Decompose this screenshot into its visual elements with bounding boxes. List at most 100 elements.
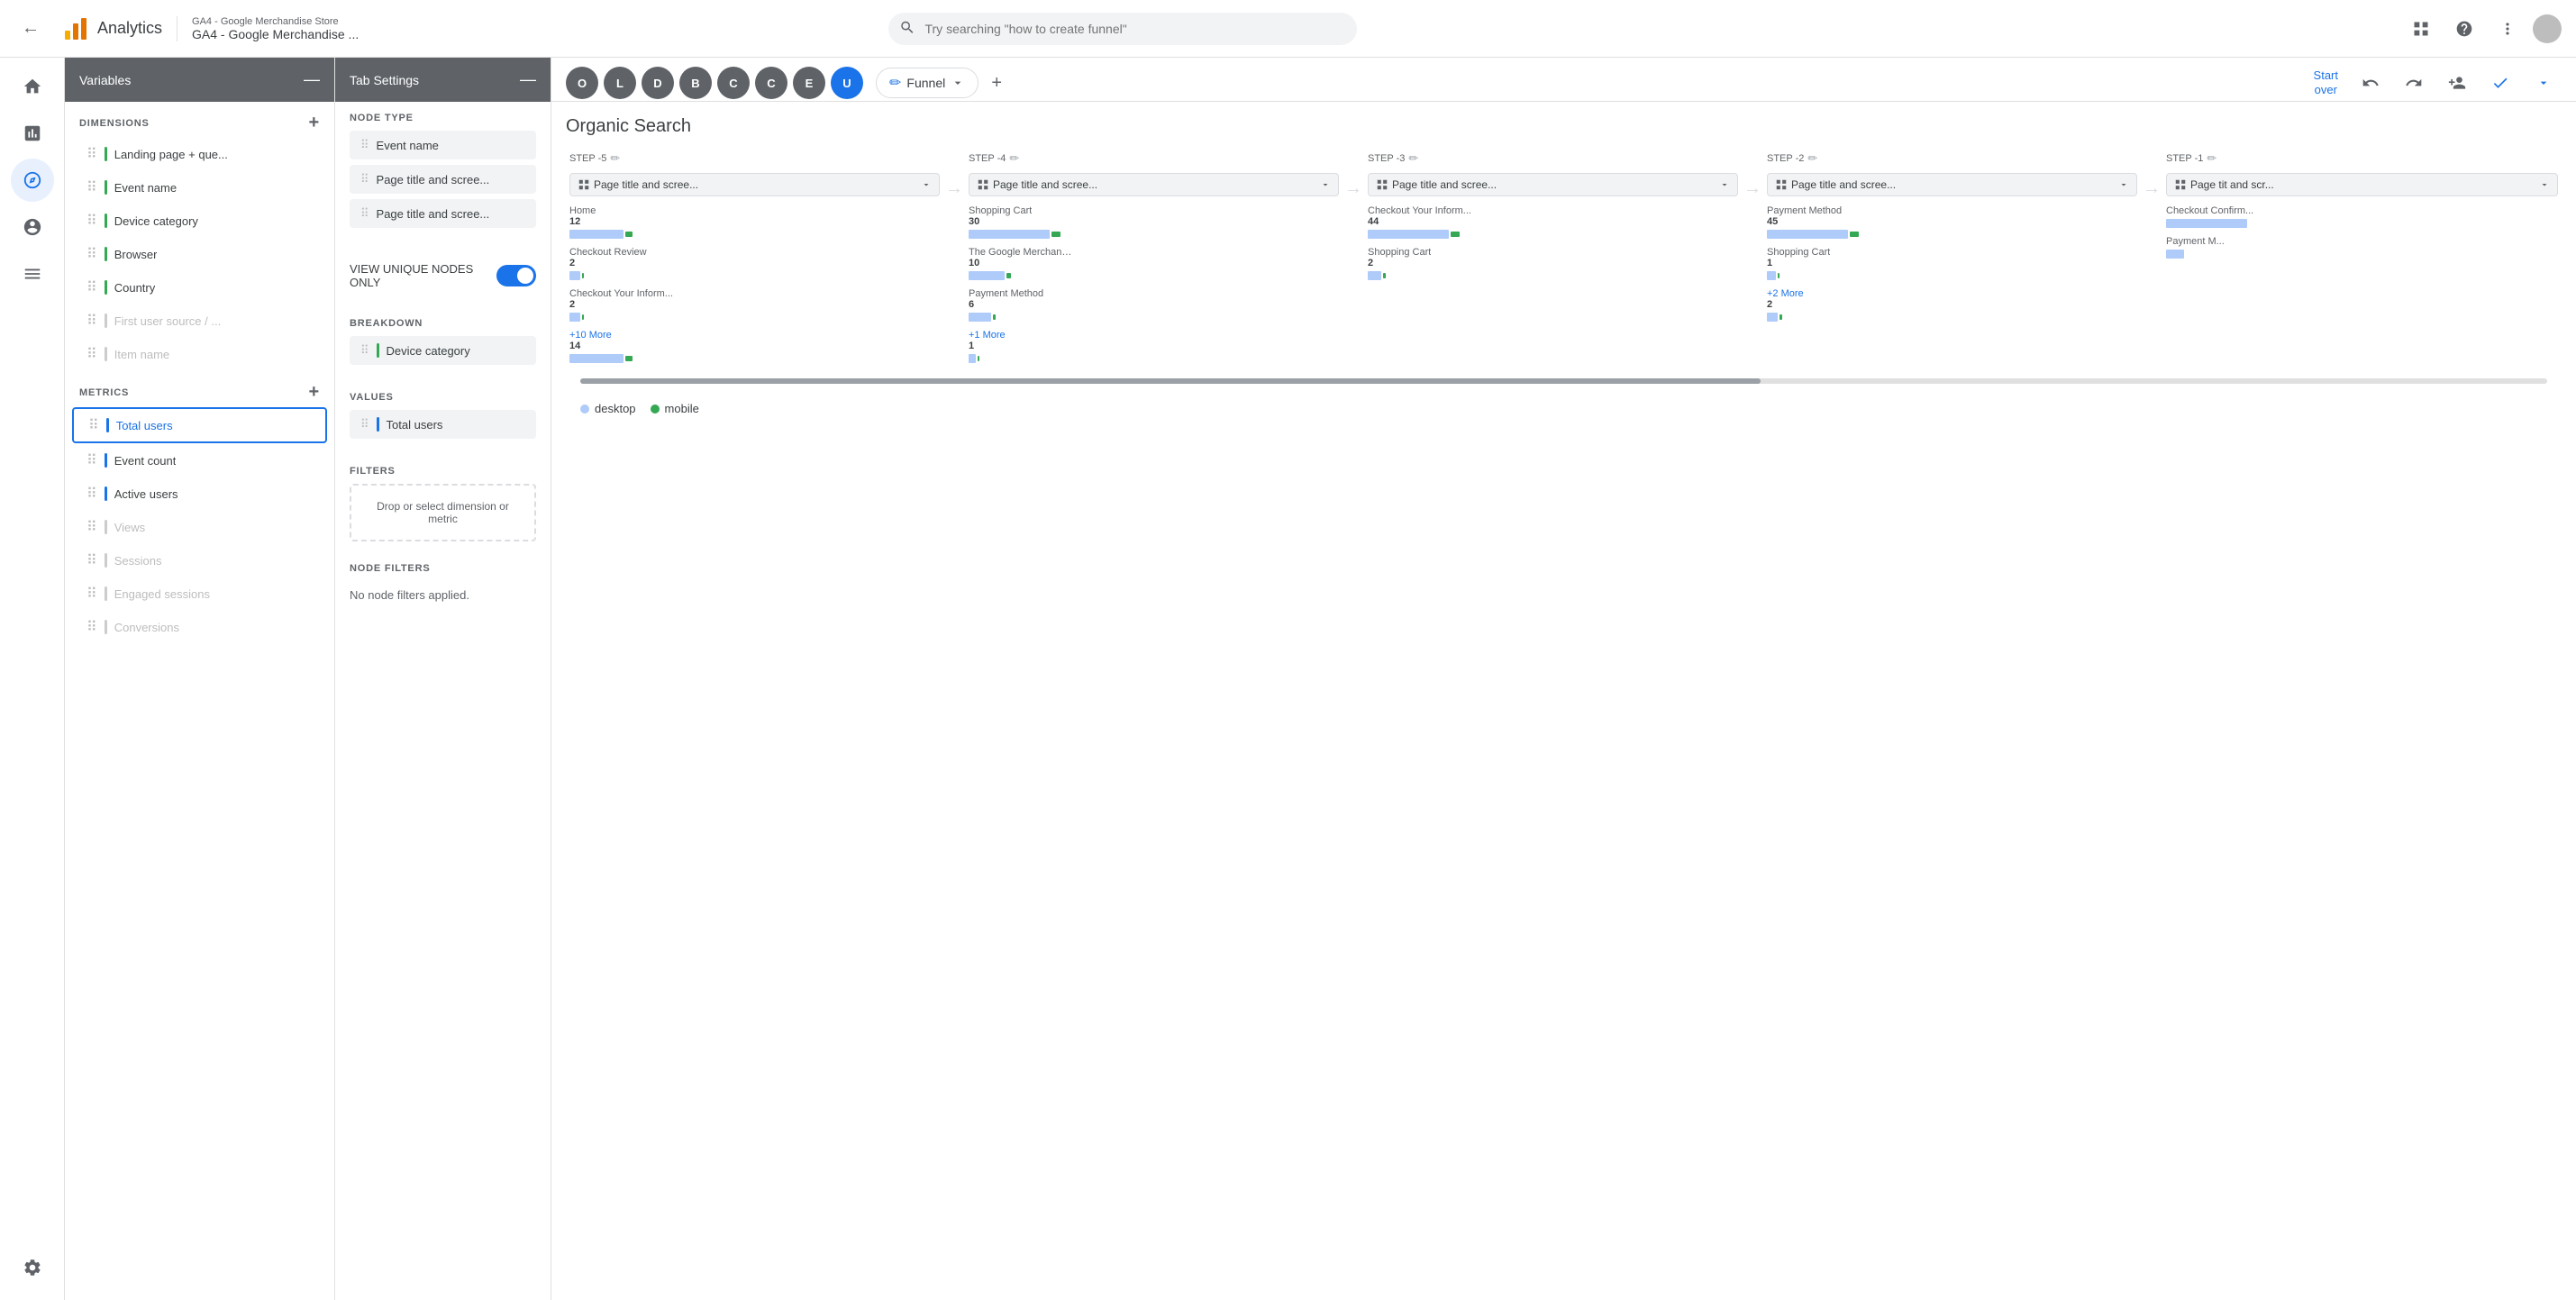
step-arrow-1: → (1343, 151, 1364, 199)
node-bars-0-1 (569, 270, 940, 281)
step-edit-icon-2[interactable]: ✏ (1408, 151, 1418, 166)
nav-settings[interactable] (11, 1246, 54, 1289)
help-button[interactable] (2446, 11, 2482, 47)
nav-explore[interactable] (11, 159, 54, 202)
dim-item-event-name[interactable]: ⠿ Event name (72, 171, 327, 204)
node-type-item[interactable]: ⠿ Page title and scree... (350, 165, 536, 194)
metric-item-event-count[interactable]: ⠿ Event count (72, 444, 327, 477)
dim-item-item-name[interactable]: ⠿ Item name (72, 338, 327, 370)
redo-button[interactable] (2396, 65, 2432, 101)
met-bar (106, 418, 109, 432)
dim-item-device-category[interactable]: ⠿ Device category (72, 205, 327, 237)
metric-item-active-users[interactable]: ⠿ Active users (72, 477, 327, 510)
breakdown-item[interactable]: ⠿ Device category (350, 336, 536, 365)
nav-reports[interactable] (11, 112, 54, 155)
step-select-3[interactable]: Page title and scree... (1767, 173, 2137, 196)
tab-d[interactable]: D (642, 67, 674, 99)
grid-icon-button[interactable] (2403, 11, 2439, 47)
node-name-1-3[interactable]: +1 More (969, 330, 1339, 341)
step-edit-icon-1[interactable]: ✏ (1009, 151, 1019, 166)
tab-o[interactable]: O (566, 67, 598, 99)
nodes-area-4: Checkout Confirm... Payment M... (2162, 205, 2562, 267)
metric-item-conversions[interactable]: ⠿ Conversions (72, 611, 327, 643)
metric-item-engaged-sessions[interactable]: ⠿ Engaged sessions (72, 577, 327, 610)
step-select-text-0: Page title and scree... (594, 178, 698, 191)
node-name-3-2[interactable]: +2 More (1767, 288, 2137, 299)
node-type-item[interactable]: ⠿ Page title and scree... (350, 199, 536, 228)
step-edit-icon-0[interactable]: ✏ (610, 151, 620, 166)
metric-item-total-users[interactable]: ⠿ Total users (72, 407, 327, 443)
node-type-label: NODE TYPE (350, 113, 536, 123)
tab-settings-header: Tab Settings — (335, 58, 551, 102)
step-edit-icon-4[interactable]: ✏ (2207, 151, 2216, 166)
dim-item-first-user-source[interactable]: ⠿ First user source / ... (72, 305, 327, 337)
tab-c1[interactable]: C (717, 67, 750, 99)
tab-c2[interactable]: C (755, 67, 787, 99)
more-options-button[interactable] (2490, 11, 2526, 47)
metric-item-views[interactable]: ⠿ Views (72, 511, 327, 543)
node-name-0-3[interactable]: +10 More (569, 330, 940, 341)
scrollbar[interactable] (580, 378, 2547, 384)
step-edit-icon-3[interactable]: ✏ (1807, 151, 1817, 166)
node-row-3-2: +2 More 2 (1767, 288, 2137, 323)
dim-item-landing-page[interactable]: ⠿ Landing page + que... (72, 138, 327, 170)
node-type-item[interactable]: ⠿ Event name (350, 131, 536, 159)
node-row-0-3: +10 More 14 (569, 330, 940, 364)
view-unique-toggle[interactable] (496, 265, 536, 286)
desktop-bar (569, 230, 624, 239)
add-tab-button[interactable]: + (982, 68, 1011, 97)
dim-item-country[interactable]: ⠿ Country (72, 271, 327, 304)
property-info: GA4 - Google Merchandise Store GA4 - Goo… (177, 16, 359, 41)
step-label-3: STEP -2 (1767, 153, 1804, 164)
start-over-button[interactable]: Startover (2307, 65, 2345, 100)
filter-drop-zone[interactable]: Drop or select dimension ormetric (350, 484, 536, 541)
tab-b[interactable]: B (679, 67, 712, 99)
desktop-dot (580, 405, 589, 414)
step-select-2[interactable]: Page title and scree... (1368, 173, 1738, 196)
tab-settings-collapse-icon[interactable]: — (520, 70, 536, 89)
step-select-1[interactable]: Page title and scree... (969, 173, 1339, 196)
add-dimension-button[interactable]: + (309, 113, 320, 133)
funnel-step-3: STEP -2 ✏ Page title and scree... Paymen… (1763, 151, 2141, 330)
nav-configure[interactable] (11, 252, 54, 295)
drag-handle-icon: ⠿ (86, 451, 97, 469)
values-item[interactable]: ⠿ Total users (350, 410, 536, 439)
mobile-bar (993, 314, 996, 320)
avatar[interactable] (2533, 14, 2562, 43)
node-row-1-3: +1 More 1 (969, 330, 1339, 364)
node-name-1-2: Payment Method (969, 288, 1339, 299)
mobile-bar (1780, 314, 1782, 320)
check-button[interactable] (2482, 65, 2518, 101)
met-bar (105, 453, 107, 468)
funnel-selector[interactable]: ✏ Funnel (876, 68, 979, 98)
nav-home[interactable] (11, 65, 54, 108)
node-row-3-0: Payment Method 45 (1767, 205, 2137, 240)
node-row-3-1: Shopping Cart 1 (1767, 247, 2137, 281)
tab-l[interactable]: L (604, 67, 636, 99)
step-select-4[interactable]: Page tit and scr... (2166, 173, 2558, 196)
drag-handle-icon: ⠿ (86, 178, 97, 196)
add-user-button[interactable] (2439, 65, 2475, 101)
step-select-text-2: Page title and scree... (1392, 178, 1497, 191)
add-metric-button[interactable]: + (309, 382, 320, 403)
tab-bar: OLDBCCEU ✏ Funnel + Startover (551, 58, 2576, 102)
tab-e[interactable]: E (793, 67, 825, 99)
step-select-text-1: Page title and scree... (993, 178, 1097, 191)
check-dropdown-button[interactable] (2526, 65, 2562, 101)
met-name: Conversions (114, 621, 179, 634)
variables-collapse-icon[interactable]: — (304, 70, 320, 89)
variables-title: Variables (79, 73, 131, 87)
step-chevron-3 (2118, 179, 2129, 190)
dim-name: Event name (114, 181, 177, 195)
back-button[interactable]: ← (14, 13, 47, 45)
dim-item-browser[interactable]: ⠿ Browser (72, 238, 327, 270)
tab-u[interactable]: U (831, 67, 863, 99)
undo-button[interactable] (2353, 65, 2389, 101)
step-select-0[interactable]: Page title and scree... (569, 173, 940, 196)
search-input[interactable] (888, 13, 1357, 45)
nav-advertising[interactable] (11, 205, 54, 249)
step-arrow-0: → (943, 151, 965, 199)
metric-item-sessions[interactable]: ⠿ Sessions (72, 544, 327, 577)
step-node-icon (1775, 178, 1788, 191)
funnel-step-wrapper-0: STEP -5 ✏ Page title and scree... Home 1… (566, 151, 965, 371)
